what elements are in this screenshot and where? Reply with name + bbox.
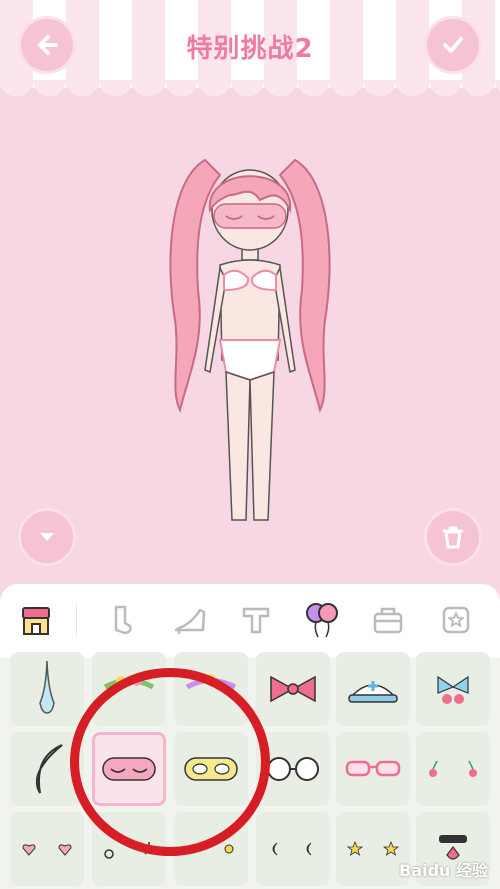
crescent-icon [35, 744, 63, 794]
cherry-ribbon-item[interactable] [416, 652, 490, 726]
collapse-button[interactable] [18, 508, 76, 566]
category-stickers[interactable] [434, 598, 478, 642]
delete-button[interactable] [424, 508, 482, 566]
moon-stickers-icon [272, 842, 312, 856]
text-t-icon [242, 607, 270, 634]
cherry-pair-item[interactable] [416, 732, 490, 806]
item-grid [0, 652, 500, 889]
pink-glasses-icon [345, 760, 401, 777]
pink-sleep-mask-item[interactable] [92, 732, 166, 806]
bag-icon [373, 607, 403, 634]
arrow-left-icon [38, 35, 58, 55]
cherry-pair-icon [429, 760, 477, 777]
confirm-button[interactable] [424, 16, 482, 74]
chevron-down-icon [40, 533, 54, 541]
star-crown-icon [185, 674, 237, 690]
pink-sleep-mask-icon [102, 757, 156, 781]
category-shoes[interactable] [168, 598, 212, 642]
nurse-cap-icon [348, 681, 398, 703]
balloons-icon [306, 603, 338, 638]
category-socks[interactable] [98, 598, 142, 642]
awning-scallops [0, 80, 500, 100]
trash-icon [442, 526, 464, 549]
crescent-item[interactable] [10, 732, 84, 806]
bow-item[interactable] [256, 652, 330, 726]
back-button[interactable] [18, 16, 76, 74]
nurse-cap-item[interactable] [336, 652, 410, 726]
yellow-sleep-mask-icon [184, 757, 238, 781]
watermark: Baidu 经验 [399, 861, 488, 880]
category-bar [0, 584, 500, 656]
flower-crown-item[interactable] [92, 652, 166, 726]
sock-icon [114, 605, 132, 635]
star-earrings-icon [104, 842, 154, 859]
star-crown-item[interactable] [174, 652, 248, 726]
star-frame-icon [442, 606, 470, 634]
teardrop-item[interactable] [10, 652, 84, 726]
wardrobe-panel [0, 584, 500, 889]
page-title: 特别挑战2 [186, 34, 314, 64]
yellow-sleep-mask-item[interactable] [174, 732, 248, 806]
character-doll [169, 158, 331, 521]
heart-stickers-item[interactable] [10, 812, 84, 886]
round-glasses-icon [267, 757, 319, 781]
moon-stickers-item[interactable] [256, 812, 330, 886]
character-stage [0, 100, 500, 580]
round-glasses-item[interactable] [256, 732, 330, 806]
dot-earrings-icon [188, 844, 234, 854]
category-divider [76, 604, 77, 636]
pink-glasses-item[interactable] [336, 732, 410, 806]
category-bags[interactable] [366, 598, 410, 642]
dot-earrings-item[interactable] [174, 812, 248, 886]
category-items[interactable] [300, 598, 344, 642]
category-tops[interactable] [234, 598, 278, 642]
teardrop-icon [39, 660, 55, 714]
shop-icon [22, 607, 50, 635]
bow-icon [270, 675, 316, 703]
star-earrings-item[interactable] [92, 812, 166, 886]
heart-stickers-icon [22, 844, 72, 856]
heel-shoe-icon [174, 608, 206, 634]
star-stickers-icon [346, 840, 400, 856]
cherry-ribbon-icon [437, 675, 469, 704]
category-shop[interactable] [14, 598, 58, 642]
check-icon [443, 37, 463, 53]
flower-crown-icon [103, 676, 155, 690]
